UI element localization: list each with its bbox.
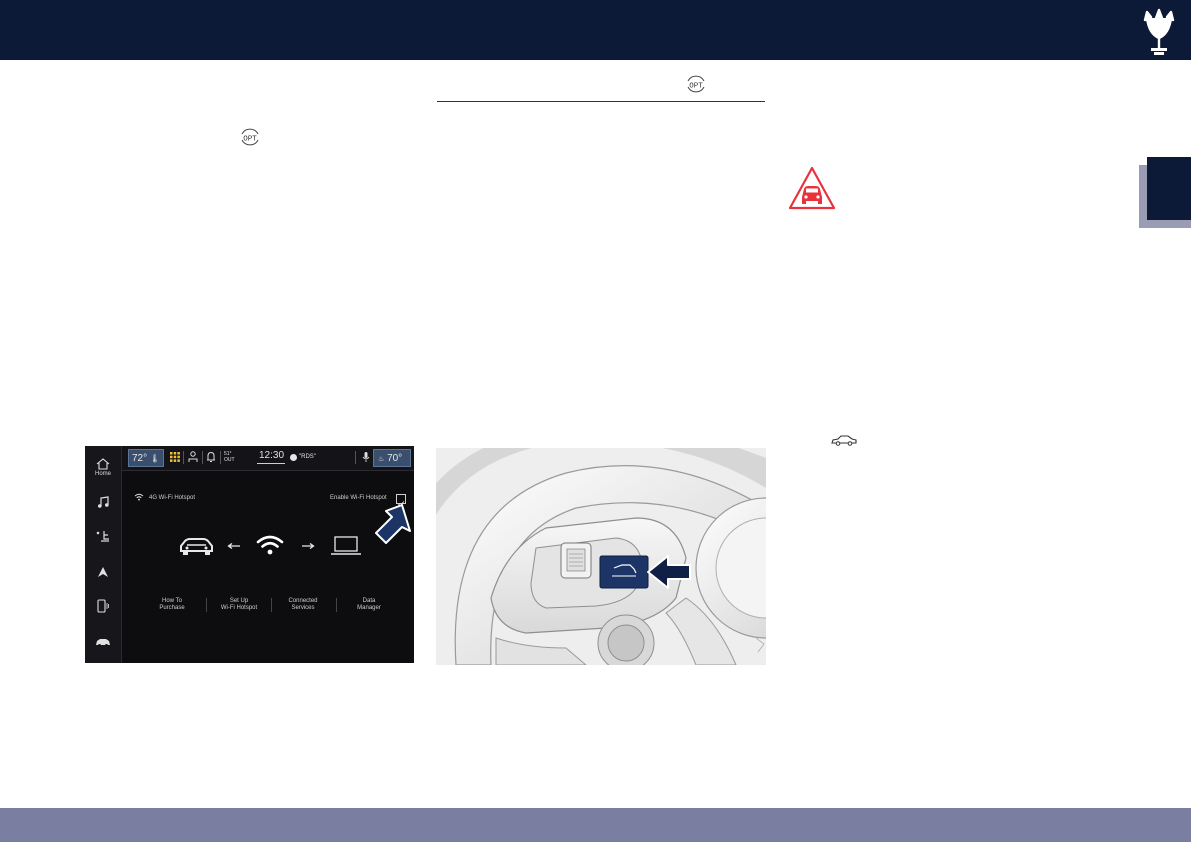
chapter-tab[interactable] (1147, 157, 1191, 220)
sidebar-navigation[interactable] (88, 556, 118, 588)
car-side-icon (831, 435, 857, 446)
user-profile-icon[interactable] (188, 451, 198, 463)
menu-connected-services[interactable]: Connected Services (271, 598, 335, 612)
sidebar-home-label: Home (94, 470, 111, 477)
outside-temperature: 51° OUT (224, 451, 235, 463)
microphone-icon[interactable] (362, 451, 370, 463)
menu-label-line1: Data (362, 598, 376, 604)
svg-text:OPT: OPT (243, 136, 257, 144)
seat-heat-icon: ♨ (378, 456, 385, 463)
opt-icon: OPT (241, 128, 259, 146)
screen-status-bar: 72° 🌡 51° OUT 12:30 "RDS" ♨ 70° (122, 446, 414, 471)
climate-seat-icon (96, 531, 109, 542)
steering-wheel-illustration (436, 448, 766, 665)
menu-label-line2: Services (291, 605, 315, 611)
pointer-arrow-icon (375, 504, 411, 544)
car-front-icon (180, 538, 213, 555)
menu-label-line2: Manager (357, 605, 381, 611)
menu-how-to-purchase[interactable]: How To Purchase (140, 598, 204, 612)
menu-set-up-hotspot[interactable]: Set Up Wi-Fi Hotspot (207, 598, 271, 612)
clock: 12:30 (259, 450, 285, 461)
menu-label-line1: Connected (288, 598, 318, 604)
home-icon (96, 457, 110, 470)
sidebar-media[interactable] (88, 486, 118, 518)
trident-logo-icon (1143, 8, 1175, 55)
thermometer-icon: 🌡 (149, 454, 161, 463)
temp-right-button[interactable]: ♨ 70° (373, 449, 411, 467)
menu-label-line1: Set Up (229, 598, 249, 604)
music-note-icon (98, 496, 109, 508)
menu-label-line1: How To (162, 598, 182, 604)
steering-wheel-drawing (436, 448, 766, 665)
menu-label-line2: Purchase (159, 605, 185, 611)
screen-sidebar: Home (85, 446, 122, 663)
svg-text:OPT: OPT (689, 83, 703, 91)
car-icon (96, 639, 110, 647)
laptop-icon (331, 536, 361, 555)
sidebar-climate[interactable] (88, 520, 118, 552)
wifi-small-icon (134, 493, 144, 501)
notification-bell-icon[interactable] (206, 451, 216, 463)
sidebar-phone[interactable] (88, 590, 118, 622)
sidebar-vehicle[interactable] (88, 626, 118, 658)
sidebar-home[interactable]: Home (88, 451, 118, 483)
temp-left-value: 72° (132, 453, 148, 464)
radio-station: "RDS" (299, 454, 316, 460)
section-rule (437, 101, 765, 102)
navigation-arrow-icon (98, 567, 108, 577)
temp-right-value: 70° (387, 453, 403, 464)
bottom-footer-bar (0, 808, 1191, 842)
vehicle-warning-triangle-icon (788, 166, 836, 210)
wifi-hotspot-screen: Home 72° 🌡 51° OUT 12:30 "RDS" ♨ 70° 4G … (85, 446, 414, 663)
temp-left-button[interactable]: 72° 🌡 (128, 449, 164, 467)
top-header-bar (0, 0, 1191, 60)
enable-hotspot-label: Enable Wi-Fi Hotspot (330, 495, 387, 501)
arrow-left-icon (227, 543, 240, 549)
phone-icon (97, 599, 109, 613)
menu-data-manager[interactable]: Data Manager (337, 598, 401, 612)
menu-label-line2: Wi-Fi Hotspot (220, 605, 258, 611)
wifi-signal-icon (256, 535, 284, 555)
hotspot-title: 4G Wi-Fi Hotspot (149, 495, 196, 501)
outside-temp-label: OUT (224, 457, 235, 463)
apps-grid-icon[interactable] (170, 452, 180, 462)
arrow-right-icon (302, 543, 315, 549)
radio-source-icon (290, 454, 297, 461)
opt-icon: OPT (687, 75, 705, 93)
